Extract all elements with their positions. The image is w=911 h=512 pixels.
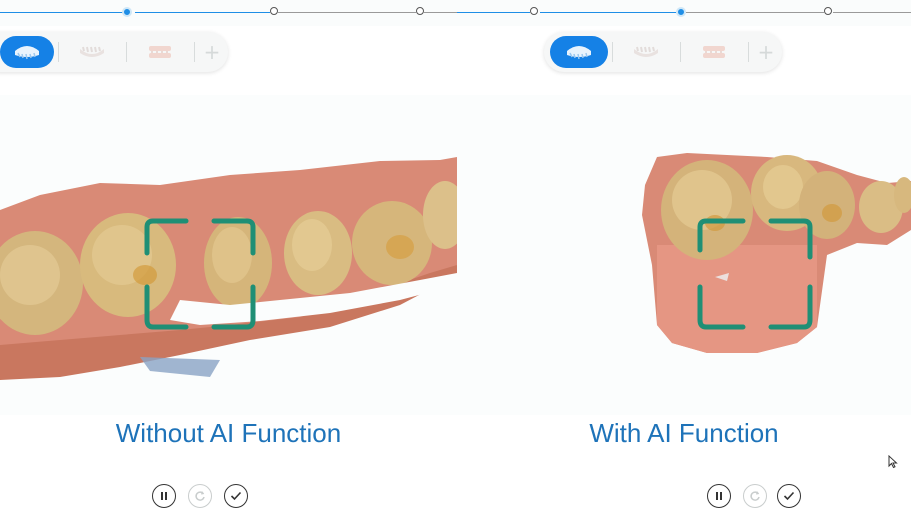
scan-controls bbox=[707, 484, 807, 512]
dental-scan-model bbox=[642, 153, 911, 353]
progress-timeline bbox=[457, 0, 911, 26]
scan-mode-toolbar: + bbox=[544, 32, 782, 72]
upper-jaw-button[interactable] bbox=[0, 36, 54, 68]
comparison-panel-left: + Without AI Function bbox=[0, 0, 457, 512]
lower-jaw-icon bbox=[80, 46, 104, 57]
bite-icon bbox=[703, 46, 725, 58]
bite-button[interactable] bbox=[132, 36, 188, 68]
scan-controls bbox=[152, 484, 252, 512]
scan-mode-toolbar: + bbox=[0, 32, 228, 72]
comparison-caption: With AI Function bbox=[589, 418, 779, 448]
timeline-step[interactable] bbox=[416, 7, 424, 15]
timeline-step[interactable] bbox=[824, 7, 832, 15]
check-icon bbox=[230, 491, 242, 501]
dental-scan-model bbox=[0, 157, 457, 380]
toolbar-divider bbox=[748, 42, 749, 62]
timeline-segment bbox=[0, 12, 123, 13]
pause-icon bbox=[161, 492, 167, 500]
check-icon bbox=[783, 491, 795, 501]
timeline-step-active[interactable] bbox=[676, 7, 686, 17]
toolbar-divider bbox=[194, 42, 195, 62]
toolbar-divider bbox=[58, 42, 59, 62]
timeline-segment bbox=[686, 12, 824, 13]
pause-icon bbox=[716, 492, 722, 500]
comparison-caption: Without AI Function bbox=[115, 418, 342, 448]
upper-jaw-icon bbox=[567, 46, 591, 60]
timeline-segment bbox=[424, 12, 457, 13]
redo-button[interactable] bbox=[188, 484, 212, 508]
lower-jaw-button[interactable] bbox=[64, 36, 120, 68]
plus-icon: + bbox=[757, 40, 775, 64]
timeline-segment bbox=[833, 12, 911, 13]
scan-viewport[interactable] bbox=[0, 95, 457, 415]
timeline-segment bbox=[540, 12, 676, 13]
redo-button[interactable] bbox=[743, 484, 767, 508]
plus-icon: + bbox=[203, 40, 221, 64]
pause-button[interactable] bbox=[152, 484, 176, 508]
confirm-button[interactable] bbox=[777, 484, 801, 508]
refresh-icon bbox=[750, 491, 760, 501]
bite-button[interactable] bbox=[686, 36, 742, 68]
refresh-icon bbox=[195, 491, 205, 501]
add-button[interactable]: + bbox=[198, 36, 226, 68]
confirm-button[interactable] bbox=[224, 484, 248, 508]
upper-jaw-icon bbox=[15, 46, 39, 60]
upper-jaw-button[interactable] bbox=[550, 36, 608, 68]
timeline-step[interactable] bbox=[530, 7, 538, 15]
timeline-segment bbox=[278, 12, 416, 13]
progress-timeline bbox=[0, 0, 457, 26]
timeline-step-active[interactable] bbox=[122, 7, 132, 17]
timeline-segment bbox=[135, 12, 270, 13]
timeline-step[interactable] bbox=[270, 7, 278, 15]
lower-jaw-icon bbox=[634, 46, 658, 57]
toolbar-divider bbox=[126, 42, 127, 62]
scan-viewport[interactable] bbox=[457, 95, 911, 415]
bite-icon bbox=[149, 46, 171, 58]
timeline-segment bbox=[457, 12, 530, 13]
mouse-cursor-icon bbox=[888, 455, 898, 469]
toolbar-divider bbox=[612, 42, 613, 62]
pause-button[interactable] bbox=[707, 484, 731, 508]
lower-jaw-button[interactable] bbox=[618, 36, 674, 68]
comparison-panel-right: + With AI Function bbox=[457, 0, 911, 512]
add-button[interactable]: + bbox=[752, 36, 780, 68]
toolbar-divider bbox=[680, 42, 681, 62]
